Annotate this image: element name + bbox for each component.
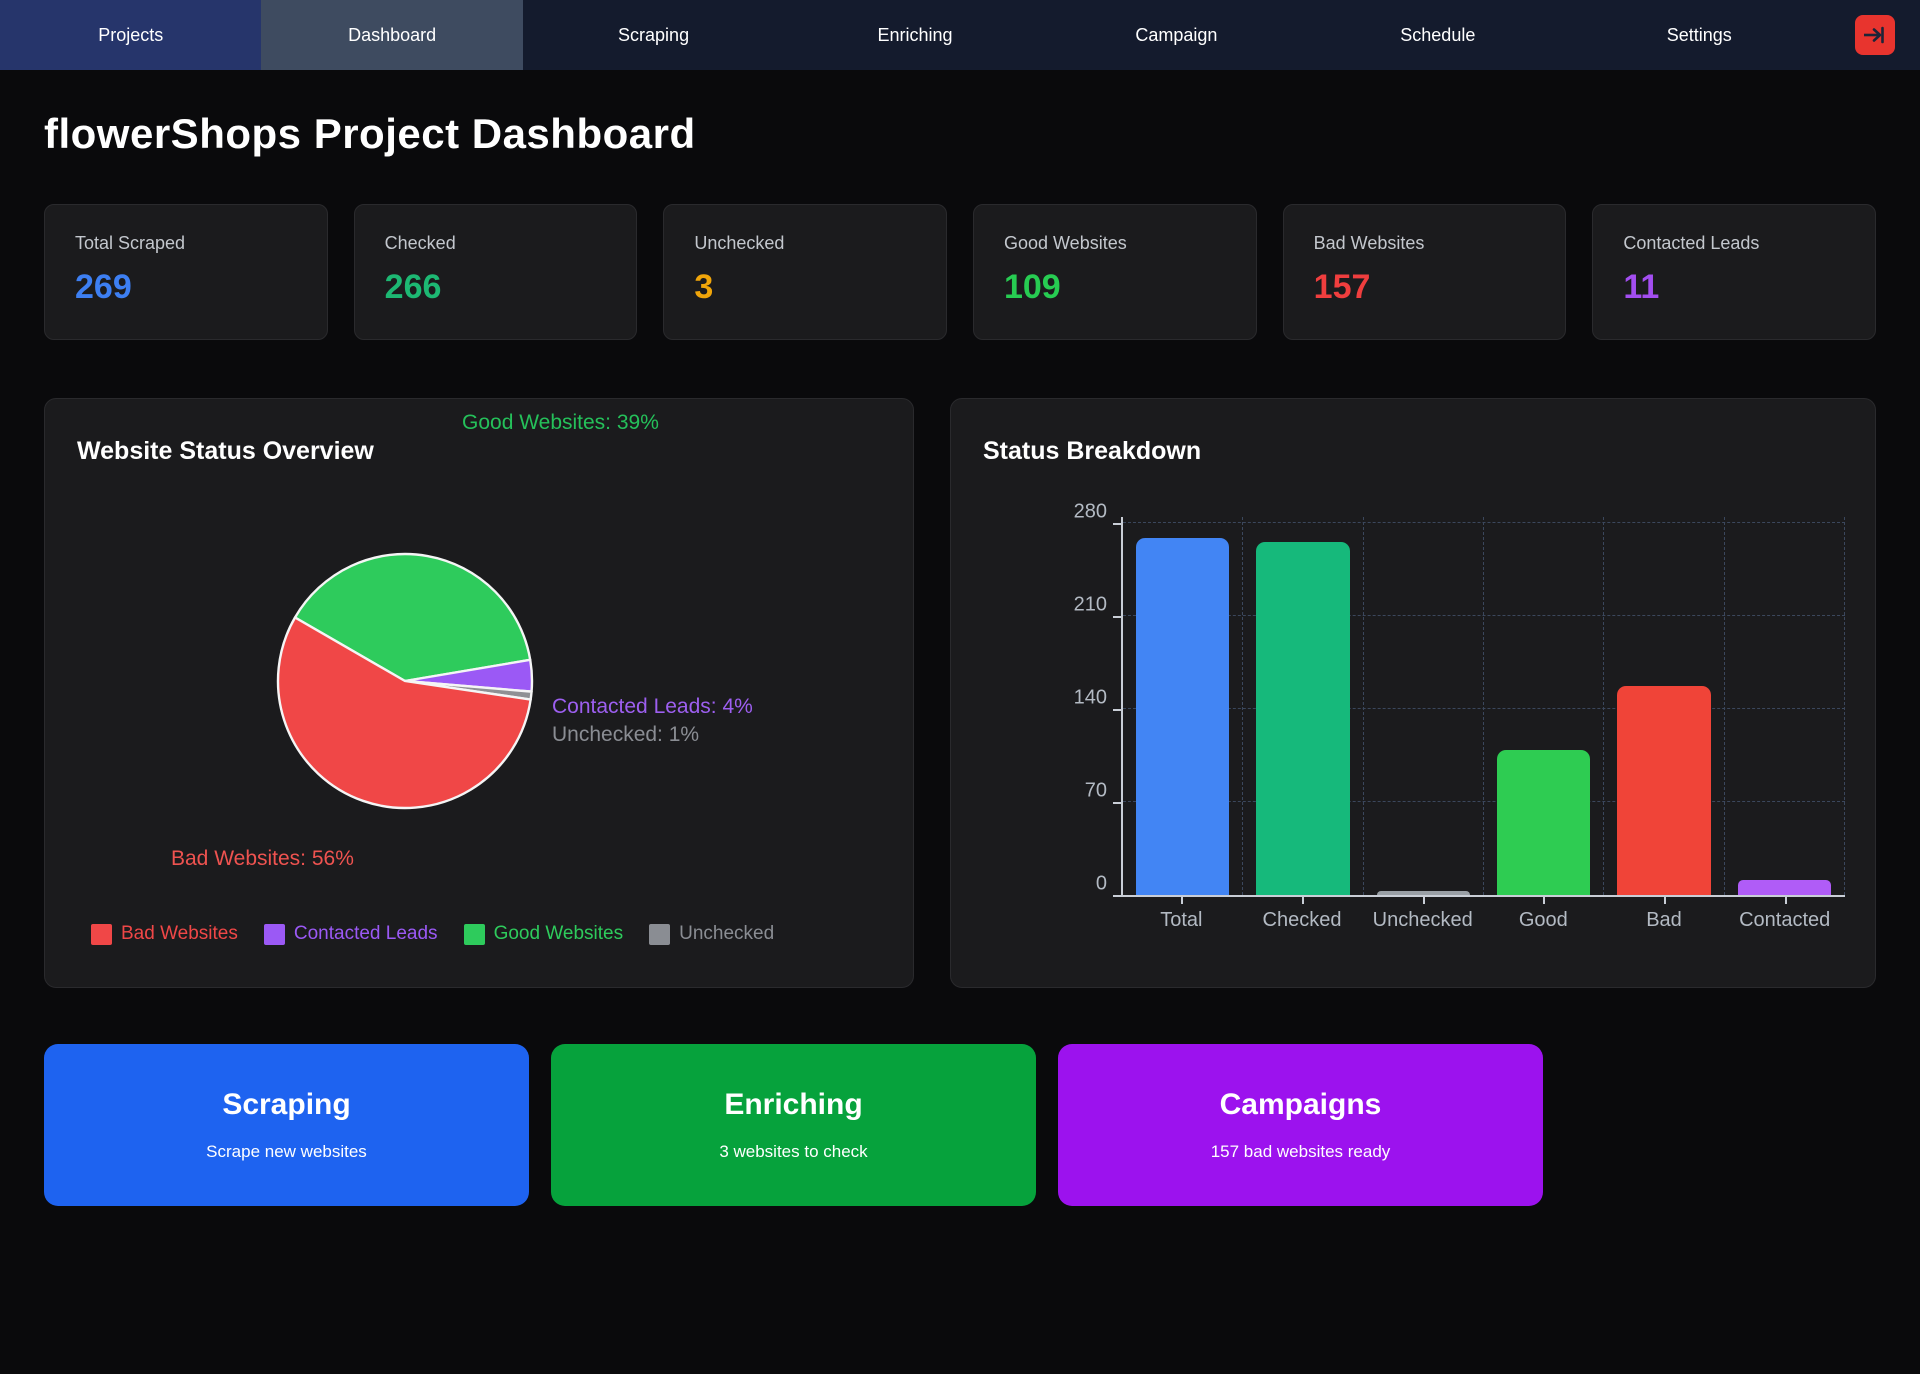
y-tick-mark bbox=[1113, 709, 1121, 711]
top-nav: Projects Dashboard Scraping Enriching Ca… bbox=[0, 0, 1920, 70]
pie-legend: Bad Websites Contacted Leads Good Websites… bbox=[91, 923, 774, 945]
stats-row: Total Scraped 269 Checked 266 Unchecked … bbox=[44, 204, 1876, 340]
action-title: Campaigns bbox=[1220, 1088, 1382, 1122]
action-title: Scraping bbox=[222, 1088, 350, 1122]
legend-label: Contacted Leads bbox=[294, 923, 438, 945]
enriching-action-button[interactable]: Enriching 3 websites to check bbox=[551, 1044, 1036, 1206]
main-content: flowerShops Project Dashboard Total Scra… bbox=[0, 110, 1920, 1206]
bar-total[interactable] bbox=[1136, 538, 1229, 895]
stat-value: 266 bbox=[385, 268, 607, 307]
charts-row: Website Status Overview Good Websites: 3… bbox=[44, 398, 1876, 988]
y-tick-210: 210 bbox=[1074, 594, 1107, 617]
stat-label: Unchecked bbox=[694, 233, 916, 254]
actions-row: Scraping Scrape new websites Enriching 3… bbox=[44, 1044, 1876, 1206]
legend-swatch bbox=[649, 924, 670, 945]
y-tick-mark bbox=[1113, 616, 1121, 618]
bar-chart-plot bbox=[1121, 517, 1845, 897]
stat-value: 11 bbox=[1623, 268, 1845, 307]
scraping-action-button[interactable]: Scraping Scrape new websites bbox=[44, 1044, 529, 1206]
bar-unchecked[interactable] bbox=[1377, 891, 1470, 895]
nav-right-area bbox=[1830, 0, 1920, 70]
pie-chart bbox=[271, 547, 539, 815]
stat-label: Checked bbox=[385, 233, 607, 254]
stat-card-contacted-leads: Contacted Leads 11 bbox=[1592, 204, 1876, 340]
x-label-contacted: Contacted bbox=[1724, 897, 1845, 939]
stat-value: 157 bbox=[1314, 268, 1536, 307]
nav-tab-scraping[interactable]: Scraping bbox=[523, 0, 784, 70]
stat-card-bad-websites: Bad Websites 157 bbox=[1283, 204, 1567, 340]
stat-value: 3 bbox=[694, 268, 916, 307]
stat-label: Bad Websites bbox=[1314, 233, 1536, 254]
bar-chart-y-axis: 070140210280 bbox=[1051, 517, 1121, 897]
stat-card-checked: Checked 266 bbox=[354, 204, 638, 340]
bar-cell-contacted bbox=[1725, 517, 1845, 895]
page-title: flowerShops Project Dashboard bbox=[44, 110, 1876, 158]
bar-cell-unchecked bbox=[1364, 517, 1484, 895]
logout-arrow-icon bbox=[1863, 23, 1887, 47]
bar-good[interactable] bbox=[1497, 750, 1590, 895]
nav-tab-enriching[interactable]: Enriching bbox=[784, 0, 1045, 70]
x-label-unchecked: Unchecked bbox=[1362, 897, 1483, 939]
legend-item-bad-websites[interactable]: Bad Websites bbox=[91, 923, 238, 945]
y-tick-140: 140 bbox=[1074, 687, 1107, 710]
bar-chart-x-labels: TotalCheckedUncheckedGoodBadContacted bbox=[1121, 897, 1845, 939]
nav-tab-schedule[interactable]: Schedule bbox=[1307, 0, 1568, 70]
pie-chart-panel: Website Status Overview Good Websites: 3… bbox=[44, 398, 914, 988]
y-tick-mark bbox=[1113, 802, 1121, 804]
x-label-good: Good bbox=[1483, 897, 1604, 939]
stat-value: 269 bbox=[75, 268, 297, 307]
y-tick-mark bbox=[1113, 523, 1121, 525]
y-tick-0: 0 bbox=[1096, 873, 1107, 896]
y-tick-70: 70 bbox=[1085, 780, 1107, 803]
action-title: Enriching bbox=[724, 1088, 862, 1122]
legend-item-good-websites[interactable]: Good Websites bbox=[464, 923, 624, 945]
bar-panel-title: Status Breakdown bbox=[983, 437, 1201, 466]
bar-bad[interactable] bbox=[1617, 686, 1710, 895]
y-tick-280: 280 bbox=[1074, 501, 1107, 524]
legend-label: Unchecked bbox=[679, 923, 774, 945]
legend-swatch bbox=[91, 924, 112, 945]
pie-panel-title: Website Status Overview bbox=[77, 437, 374, 466]
nav-tab-settings[interactable]: Settings bbox=[1569, 0, 1830, 70]
action-subtitle: 157 bad websites ready bbox=[1211, 1142, 1391, 1162]
x-label-total: Total bbox=[1121, 897, 1242, 939]
action-subtitle: Scrape new websites bbox=[206, 1142, 367, 1162]
legend-swatch bbox=[264, 924, 285, 945]
stat-value: 109 bbox=[1004, 268, 1226, 307]
action-subtitle: 3 websites to check bbox=[719, 1142, 867, 1162]
legend-swatch bbox=[464, 924, 485, 945]
stat-label: Good Websites bbox=[1004, 233, 1226, 254]
stat-card-total-scraped: Total Scraped 269 bbox=[44, 204, 328, 340]
pie-annotation-unchecked: Unchecked: 1% bbox=[552, 723, 699, 747]
logout-button[interactable] bbox=[1855, 15, 1895, 55]
pie-annotation-bad: Bad Websites: 56% bbox=[171, 847, 354, 871]
bar-cell-good bbox=[1484, 517, 1604, 895]
bar-chart: 070140210280 TotalCheckedUncheckedGoodBa… bbox=[1051, 509, 1845, 939]
y-tick-mark bbox=[1113, 895, 1121, 897]
nav-tab-projects[interactable]: Projects bbox=[0, 0, 261, 70]
bar-chart-panel: Status Breakdown 0 70 140 210 280 TotalCheck… bbox=[950, 398, 1876, 988]
bar-checked[interactable] bbox=[1256, 542, 1349, 895]
stat-label: Total Scraped bbox=[75, 233, 297, 254]
stat-card-unchecked: Unchecked 3 bbox=[663, 204, 947, 340]
bar-cell-bad bbox=[1604, 517, 1724, 895]
x-label-checked: Checked bbox=[1242, 897, 1363, 939]
campaigns-action-button[interactable]: Campaigns 157 bad websites ready bbox=[1058, 1044, 1543, 1206]
x-label-bad: Bad bbox=[1604, 897, 1725, 939]
legend-label: Bad Websites bbox=[121, 923, 238, 945]
legend-label: Good Websites bbox=[494, 923, 624, 945]
bar-contacted[interactable] bbox=[1738, 880, 1831, 895]
stat-card-good-websites: Good Websites 109 bbox=[973, 204, 1257, 340]
pie-annotation-contacted: Contacted Leads: 4% bbox=[552, 695, 753, 719]
stat-label: Contacted Leads bbox=[1623, 233, 1845, 254]
legend-item-unchecked[interactable]: Unchecked bbox=[649, 923, 774, 945]
pie-annotation-good: Good Websites: 39% bbox=[462, 411, 659, 435]
nav-tab-campaign[interactable]: Campaign bbox=[1046, 0, 1307, 70]
legend-item-contacted-leads[interactable]: Contacted Leads bbox=[264, 923, 438, 945]
nav-tab-dashboard[interactable]: Dashboard bbox=[261, 0, 522, 70]
bar-cell-checked bbox=[1243, 517, 1363, 895]
bar-cell-total bbox=[1123, 517, 1243, 895]
